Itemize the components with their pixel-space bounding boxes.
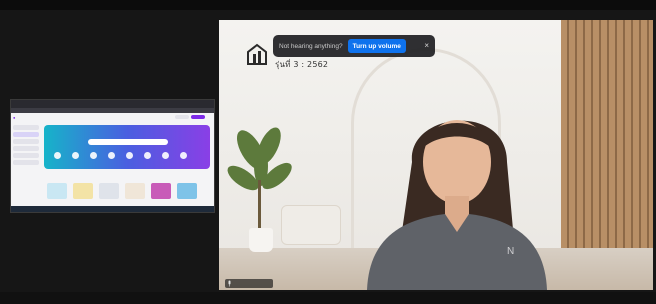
mini-browser-bar [11,100,214,108]
mini-category-icon [162,152,169,159]
mini-category-icon [180,152,187,159]
background-chair [281,205,341,245]
mini-canva-logo: ● [13,115,16,120]
bottom-bar [0,292,656,304]
meeting-stage: ● รุ่นที่ 3: 2562 N Not hearing anythin… [0,0,656,304]
top-bar [0,0,656,10]
mini-create-button [191,115,205,119]
mini-taskbar [11,206,214,212]
mini-upload-button [175,115,189,119]
mini-sidebar-row [13,153,39,158]
overlay-date-text: รุ่นที่ 3 : 2562 [275,60,329,69]
mini-category-icon [108,152,115,159]
mini-canva-page: ● [11,113,214,212]
mini-design-thumb [99,183,119,199]
mini-sidebar-row [13,139,39,144]
mini-sidebar-row [13,132,39,137]
mini-design-thumb [73,183,93,199]
wood-slat-wall [561,20,653,252]
mini-sidebar [13,123,39,207]
participant-name-tag [225,279,273,288]
mini-category-icon [72,152,79,159]
audio-notification: Not hearing anything? Turn up volume × [273,35,435,57]
participant-person: N [367,120,547,290]
mini-design-thumb [47,183,67,199]
plant-pot [249,228,273,252]
mini-category-icon [90,152,97,159]
mini-search-bar [88,139,168,145]
mini-design-thumb [151,183,171,199]
notification-message: Not hearing anything? [279,42,343,50]
mic-icon [228,280,231,287]
turn-up-volume-button[interactable]: Turn up volume [347,39,406,53]
mini-hero-banner [44,125,210,169]
mini-sidebar-row [13,146,39,151]
mini-design-thumb [177,183,197,199]
mini-category-icon [126,152,133,159]
close-icon[interactable]: × [424,42,429,50]
mini-category-icon [144,152,151,159]
mini-design-thumb [125,183,145,199]
building-logo-icon [247,43,267,65]
shared-screen-thumbnail[interactable]: ● [10,99,215,213]
svg-text:N: N [507,246,514,257]
participant-video[interactable]: รุ่นที่ 3 : 2562 N Not hearing anything?… [219,20,653,290]
mini-sidebar-row [13,125,39,130]
mini-sidebar-row [13,160,39,165]
mini-category-icon [54,152,61,159]
